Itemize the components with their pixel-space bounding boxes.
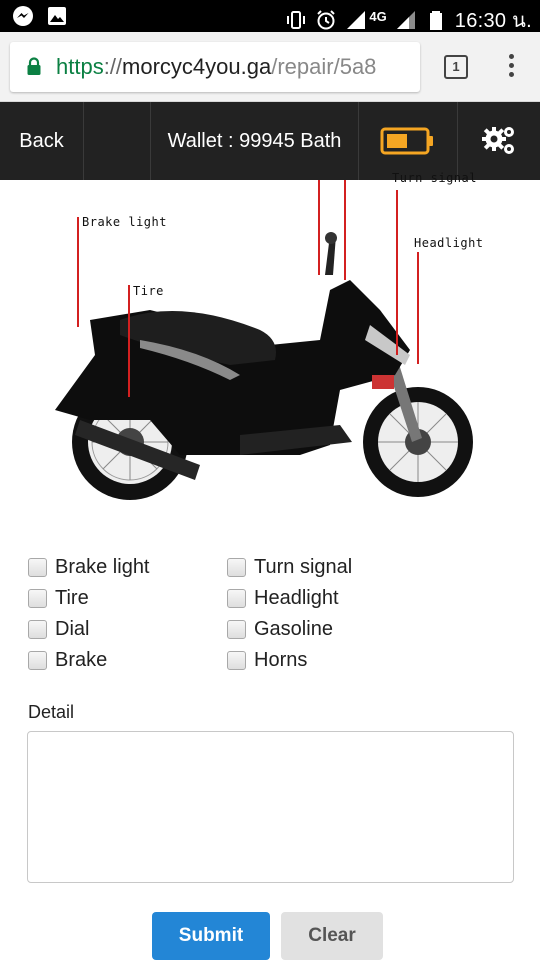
- option-label: Brake light: [55, 556, 150, 578]
- messenger-icon: [13, 6, 33, 26]
- turn-signal-pointer-1: [318, 180, 320, 275]
- tab-switcher-button[interactable]: 1: [444, 55, 468, 79]
- detail-textarea[interactable]: [27, 731, 514, 883]
- detail-label: Detail: [28, 702, 75, 722]
- url-host: morcyc4you.ga: [122, 54, 272, 79]
- checkbox[interactable]: [28, 589, 47, 608]
- callout-headlight: Headlight: [414, 236, 484, 250]
- option-gasoline[interactable]: Gasoline: [227, 618, 333, 641]
- motorcycle-image: [55, 232, 473, 500]
- settings-button[interactable]: [458, 102, 540, 180]
- option-brake-light[interactable]: Brake light: [28, 556, 150, 579]
- url-bar[interactable]: https://morcyc4you.ga/repair/5a8: [10, 42, 420, 92]
- option-tire[interactable]: Tire: [28, 587, 89, 610]
- checkbox[interactable]: [28, 558, 47, 577]
- brake-light-pointer: [77, 217, 79, 327]
- checkbox[interactable]: [227, 589, 246, 608]
- callout-brake-light: Brake light: [82, 215, 167, 229]
- turn-signal-pointer-3: [396, 190, 398, 355]
- headlight-pointer: [417, 252, 419, 364]
- option-label: Brake: [55, 649, 108, 671]
- callout-turn-signal: Turn signal: [392, 171, 477, 185]
- wallet-balance: Wallet : 99945 Bath: [150, 102, 358, 180]
- gears-icon: [482, 127, 514, 154]
- lock-icon: [27, 57, 41, 75]
- tire-pointer: [128, 285, 130, 397]
- option-label: Turn signal: [254, 556, 353, 578]
- vibrate-icon: [287, 11, 306, 29]
- battery-icon: [429, 11, 442, 30]
- option-horns[interactable]: Horns: [227, 649, 307, 672]
- submit-button[interactable]: Submit: [152, 912, 270, 960]
- motorcycle-diagram: Brake light Tire Turn signal Headlight: [0, 171, 540, 510]
- checkbox[interactable]: [28, 651, 47, 670]
- battery-level-icon: [380, 127, 433, 155]
- turn-signal-pointer-2: [344, 180, 346, 280]
- option-label: Headlight: [254, 587, 339, 609]
- overflow-menu-icon[interactable]: [504, 54, 518, 82]
- url-scheme: https: [56, 54, 104, 79]
- option-label: Gasoline: [254, 618, 333, 640]
- option-label: Tire: [55, 587, 89, 609]
- option-label: Horns: [254, 649, 308, 671]
- checkbox[interactable]: [28, 620, 47, 639]
- signal-icon: [396, 11, 415, 29]
- callout-tire: Tire: [133, 284, 164, 298]
- checkbox[interactable]: [227, 620, 246, 639]
- url-path: /repair/5a8: [271, 54, 377, 79]
- url-separator: ://: [103, 54, 123, 79]
- checkbox[interactable]: [227, 651, 246, 670]
- wifi-signal-icon: [347, 11, 366, 29]
- image-icon: [48, 7, 66, 25]
- option-label: Dial: [55, 618, 90, 640]
- option-dial[interactable]: Dial: [28, 618, 89, 641]
- option-turn-signal[interactable]: Turn signal: [227, 556, 352, 579]
- status-bar: 4G 16:30 น.: [0, 0, 540, 32]
- alarm-icon: [317, 10, 336, 30]
- browser-toolbar: https://morcyc4you.ga/repair/5a8 1: [0, 32, 540, 102]
- network-type: 4G: [369, 8, 387, 24]
- url-text: https://morcyc4you.ga/repair/5a8: [56, 54, 376, 80]
- option-headlight[interactable]: Headlight: [227, 587, 339, 610]
- battery-status-button[interactable]: [358, 102, 458, 180]
- option-brake[interactable]: Brake: [28, 649, 107, 672]
- app-navbar: Back Wallet : 99945 Bath: [0, 102, 540, 180]
- back-button[interactable]: Back: [0, 102, 84, 180]
- checkbox[interactable]: [227, 558, 246, 577]
- clear-button[interactable]: Clear: [281, 912, 383, 960]
